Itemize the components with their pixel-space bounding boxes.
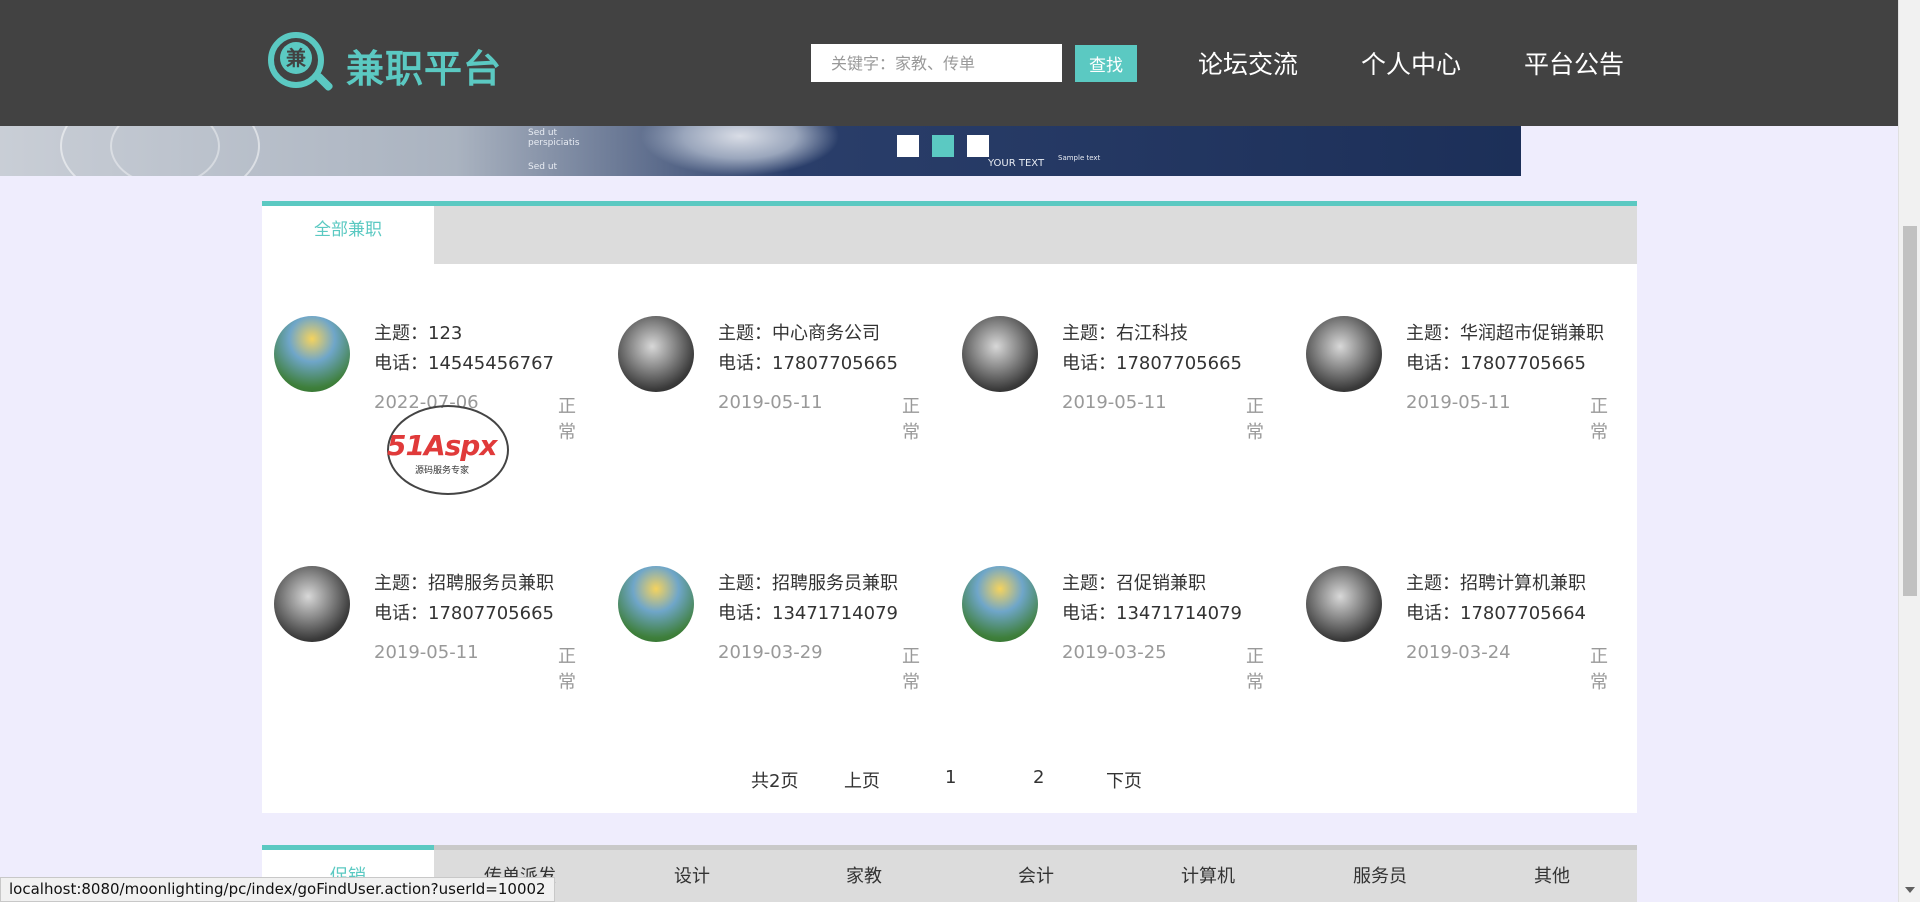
job-status: 正常 xyxy=(902,396,920,443)
search-button[interactable]: 查找 xyxy=(1075,45,1137,82)
job-subject: 主题：中心商务公司 xyxy=(718,323,880,344)
avatar[interactable] xyxy=(618,316,694,392)
avatar[interactable] xyxy=(1306,566,1382,642)
banner-image xyxy=(640,126,840,176)
all-jobs-panel: 全部兼职 主题：123 电话：14545456767 2022-07-06 正常… xyxy=(262,201,1637,813)
job-phone: 电话：13471714079 xyxy=(1062,603,1242,624)
job-phone: 电话：17807705665 xyxy=(1062,353,1242,374)
scroll-down-arrow-icon[interactable] xyxy=(1905,887,1915,893)
banner-carousel[interactable]: Sed ut perspiciatis Sed ut YOUR TEXT Sam… xyxy=(0,126,1521,176)
avatar[interactable] xyxy=(274,566,350,642)
watermark-text: 51Aspx xyxy=(387,429,497,462)
job-status: 正常 xyxy=(1590,646,1608,693)
category-tab-accounting[interactable]: 会计 xyxy=(950,855,1122,902)
category-tab-design[interactable]: 设计 xyxy=(606,855,778,902)
job-status: 正常 xyxy=(1590,396,1608,443)
pager-page-1[interactable]: 1 xyxy=(945,767,956,788)
job-card[interactable]: 主题：123 电话：14545456767 2022-07-06 正常 xyxy=(262,269,582,443)
pager-total: 共2页 xyxy=(751,771,799,792)
banner-note: Sample text xyxy=(1058,154,1101,162)
job-card[interactable]: 主题：招聘服务员兼职 电话：17807705665 2019-05-11 正常 xyxy=(262,519,582,693)
job-date: 2019-05-11 xyxy=(718,392,823,413)
job-subject: 主题：招聘服务员兼职 xyxy=(718,573,898,594)
category-tab-tutor[interactable]: 家教 xyxy=(778,855,950,902)
banner-note: perspiciatis xyxy=(528,138,580,148)
carousel-dot-3[interactable] xyxy=(967,135,989,157)
avatar[interactable] xyxy=(1306,316,1382,392)
avatar[interactable] xyxy=(962,316,1038,392)
magnifier-logo-icon: 兼 xyxy=(268,32,334,98)
panel-tab-bar: 全部兼职 xyxy=(262,206,1637,264)
job-card[interactable]: 主题：招聘计算机兼职 电话：17807705664 2019-03-24 正常 xyxy=(1294,519,1614,693)
job-status: 正常 xyxy=(558,646,576,693)
job-date: 2019-03-24 xyxy=(1406,642,1511,663)
job-phone: 电话：13471714079 xyxy=(718,603,898,624)
job-status: 正常 xyxy=(1246,646,1264,693)
job-subject: 主题：右江科技 xyxy=(1062,323,1188,344)
carousel-dot-2[interactable] xyxy=(932,135,954,157)
job-date: 2019-05-11 xyxy=(374,642,479,663)
banner-note: Sed ut xyxy=(528,162,558,172)
job-status: 正常 xyxy=(558,396,576,443)
tab-all-jobs[interactable]: 全部兼职 xyxy=(262,206,434,264)
scrollbar-thumb[interactable] xyxy=(1903,226,1917,596)
job-status: 正常 xyxy=(1246,396,1264,443)
carousel-dots xyxy=(897,135,989,157)
job-phone: 电话：17807705665 xyxy=(1406,353,1586,374)
avatar[interactable] xyxy=(962,566,1038,642)
avatar[interactable] xyxy=(618,566,694,642)
pager-page-2[interactable]: 2 xyxy=(1033,767,1044,788)
job-date: 2019-05-11 xyxy=(1062,392,1167,413)
job-phone: 电话：17807705665 xyxy=(374,603,554,624)
nav-forum[interactable]: 论坛交流 xyxy=(1198,45,1298,81)
job-card[interactable]: 主题：华润超市促销兼职 电话：17807705665 2019-05-11 正常 xyxy=(1294,269,1614,443)
job-card[interactable]: 主题：招聘服务员兼职 电话：13471714079 2019-03-29 正常 xyxy=(606,519,926,693)
search-input[interactable] xyxy=(811,44,1062,82)
job-phone: 电话：17807705664 xyxy=(1406,603,1586,624)
site-logo[interactable]: 兼 兼职平台 xyxy=(268,32,502,98)
job-subject: 主题：123 xyxy=(374,323,463,344)
job-subject: 主题：招聘服务员兼职 xyxy=(374,573,554,594)
job-card[interactable]: 主题：中心商务公司 电话：17807705665 2019-05-11 正常 xyxy=(606,269,926,443)
job-date: 2019-03-29 xyxy=(718,642,823,663)
job-phone: 电话：14545456767 xyxy=(374,353,554,374)
banner-note: Sed ut xyxy=(528,128,558,138)
logo-char: 兼 xyxy=(280,42,312,74)
browser-status-url: localhost:8080/moonlighting/pc/index/goF… xyxy=(0,877,555,902)
job-subject: 主题：招聘计算机兼职 xyxy=(1406,573,1586,594)
job-subject: 主题：华润超市促销兼职 xyxy=(1406,323,1604,344)
vertical-scrollbar[interactable] xyxy=(1898,0,1920,902)
site-title: 兼职平台 xyxy=(346,46,503,91)
pager-prev[interactable]: 上页 xyxy=(844,767,880,793)
job-date: 2019-03-25 xyxy=(1062,642,1167,663)
watermark-subtext: 源码服务专家 xyxy=(415,466,470,476)
pager-next[interactable]: 下页 xyxy=(1106,767,1142,793)
category-tab-other[interactable]: 其他 xyxy=(1466,855,1638,902)
banner-note: YOUR TEXT xyxy=(988,158,1045,169)
job-subject: 主题：召促销兼职 xyxy=(1062,573,1206,594)
category-tab-waiter[interactable]: 服务员 xyxy=(1294,855,1466,902)
category-tab-computer[interactable]: 计算机 xyxy=(1122,855,1294,902)
nav-user-center[interactable]: 个人中心 xyxy=(1361,45,1461,81)
watermark-seal: 51Aspx 源码服务专家 xyxy=(387,405,509,495)
job-date: 2019-05-11 xyxy=(1406,392,1511,413)
avatar[interactable] xyxy=(274,316,350,392)
top-header: 兼 兼职平台 查找 论坛交流 个人中心 平台公告 xyxy=(0,0,1898,126)
job-status: 正常 xyxy=(902,646,920,693)
carousel-dot-1[interactable] xyxy=(897,135,919,157)
job-card[interactable]: 主题：右江科技 电话：17807705665 2019-05-11 正常 xyxy=(950,269,1270,443)
nav-notice[interactable]: 平台公告 xyxy=(1524,45,1624,81)
job-phone: 电话：17807705665 xyxy=(718,353,898,374)
job-card[interactable]: 主题：召促销兼职 电话：13471714079 2019-03-25 正常 xyxy=(950,519,1270,693)
